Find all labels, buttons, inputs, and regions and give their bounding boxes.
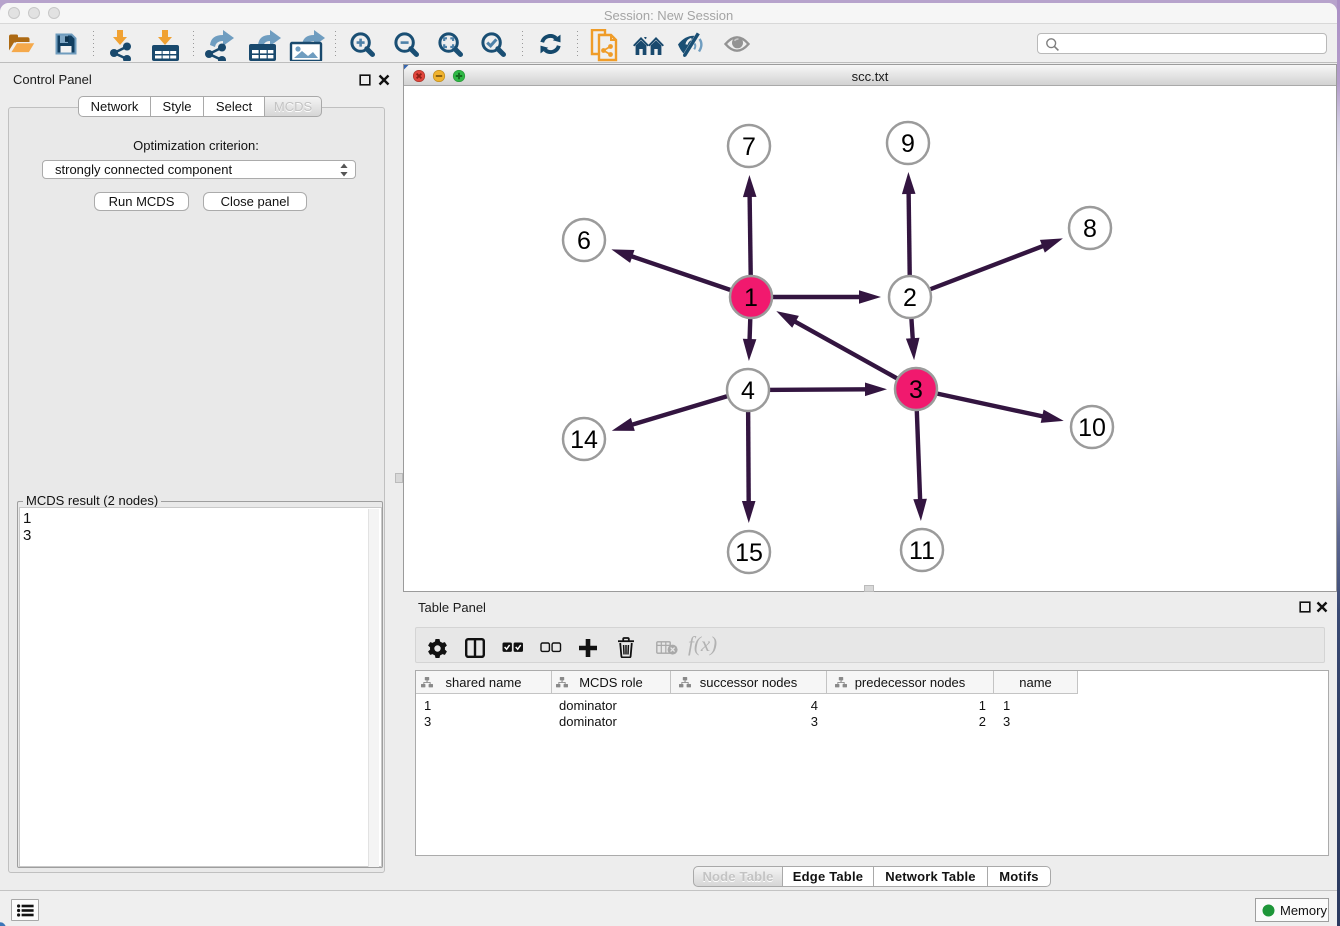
svg-text:3: 3	[909, 376, 923, 404]
svg-text:1: 1	[744, 284, 758, 312]
svg-text:7: 7	[742, 133, 756, 161]
svg-text:2: 2	[903, 284, 917, 312]
svg-text:15: 15	[735, 539, 763, 567]
svg-text:14: 14	[570, 426, 598, 454]
svg-text:6: 6	[577, 227, 591, 255]
svg-text:4: 4	[741, 377, 755, 405]
svg-text:11: 11	[909, 537, 935, 565]
svg-text:9: 9	[901, 130, 915, 158]
svg-text:10: 10	[1078, 414, 1106, 442]
svg-text:8: 8	[1083, 215, 1097, 243]
